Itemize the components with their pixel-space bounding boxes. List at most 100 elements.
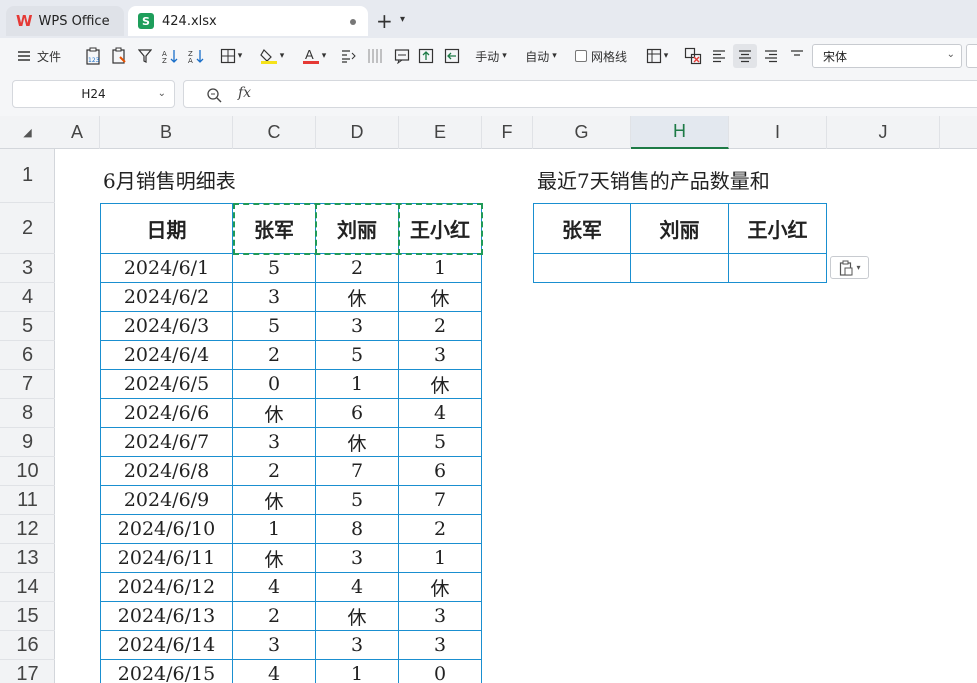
new-tab-dropdown-icon[interactable]: ▾ — [400, 14, 405, 25]
table1-cell[interactable]: 8 — [316, 515, 399, 544]
table1-cell[interactable]: 2024/6/9 — [100, 486, 233, 515]
table1-cell[interactable]: 2024/6/7 — [100, 428, 233, 457]
row-header-2[interactable]: 2 — [0, 203, 55, 254]
table1-header-cell[interactable]: 王小红 — [399, 203, 482, 254]
table1-cell[interactable]: 2 — [233, 602, 316, 631]
table1-cell[interactable]: 2024/6/13 — [100, 602, 233, 631]
align-left-button[interactable] — [708, 44, 730, 68]
fx-icon[interactable]: fx — [238, 85, 251, 101]
font-size-select[interactable] — [966, 44, 977, 68]
table1-header-cell[interactable]: 刘丽 — [316, 203, 399, 254]
table1-cell[interactable]: 3 — [233, 428, 316, 457]
paste-format-button[interactable] — [108, 44, 130, 68]
table1-cell[interactable]: 3 — [399, 602, 482, 631]
column-header-a[interactable]: A — [55, 116, 100, 149]
column-header-b[interactable]: B — [100, 116, 233, 149]
row-header-1[interactable]: 1 — [0, 149, 55, 203]
table1-cell[interactable]: 休 — [399, 370, 482, 399]
table2-value-cell[interactable] — [631, 254, 729, 283]
formula-input[interactable]: fx — [183, 80, 977, 108]
table2-header-cell[interactable]: 刘丽 — [631, 203, 729, 254]
table1-cell[interactable]: 2024/6/15 — [100, 660, 233, 683]
align-right-button[interactable] — [760, 44, 782, 68]
table1-cell[interactable]: 2024/6/3 — [100, 312, 233, 341]
zoom-icon[interactable] — [206, 87, 222, 103]
table1-cell[interactable]: 1 — [233, 515, 316, 544]
gridlines-toggle[interactable]: 网格线 — [572, 44, 630, 68]
table1-cell[interactable]: 休 — [233, 544, 316, 573]
cell-style-button[interactable]: ▾ — [642, 44, 672, 68]
table1-cell[interactable]: 2024/6/14 — [100, 631, 233, 660]
table1-cell[interactable]: 休 — [316, 602, 399, 631]
table1-cell[interactable]: 休 — [399, 573, 482, 602]
table1-cell[interactable]: 7 — [316, 457, 399, 486]
paste-values-button[interactable]: 123 — [82, 44, 104, 68]
table1-cell[interactable]: 5 — [399, 428, 482, 457]
file-menu-button[interactable]: 文件 — [14, 44, 64, 68]
table1-cell[interactable]: 休 — [233, 399, 316, 428]
row-header-4[interactable]: 4 — [0, 283, 55, 312]
table1-cell[interactable]: 休 — [233, 486, 316, 515]
table1-cell[interactable]: 2024/6/12 — [100, 573, 233, 602]
format-painter-button[interactable] — [338, 44, 358, 68]
table1-cell[interactable]: 3 — [233, 283, 316, 312]
table1-cell[interactable]: 2 — [399, 515, 482, 544]
sort-ascending-button[interactable]: AZ — [160, 44, 182, 68]
column-header-c[interactable]: C — [233, 116, 316, 149]
table1-cell[interactable]: 5 — [316, 341, 399, 370]
table1-cell[interactable]: 2024/6/5 — [100, 370, 233, 399]
chevron-down-icon[interactable]: ⌄ — [158, 88, 166, 99]
row-header-13[interactable]: 13 — [0, 544, 55, 573]
row-header-10[interactable]: 10 — [0, 457, 55, 486]
table1-cell[interactable]: 2 — [399, 312, 482, 341]
table2-header-cell[interactable]: 王小红 — [729, 203, 827, 254]
row-header-15[interactable]: 15 — [0, 602, 55, 631]
table1-cell[interactable]: 3 — [316, 631, 399, 660]
table1-cell[interactable]: 4 — [233, 573, 316, 602]
unsaved-dot-icon[interactable] — [350, 19, 356, 25]
column-header-d[interactable]: D — [316, 116, 399, 149]
table2-value-cell[interactable] — [533, 254, 631, 283]
row-header-5[interactable]: 5 — [0, 312, 55, 341]
table1-cell[interactable]: 0 — [399, 660, 482, 683]
table1-cell[interactable]: 2 — [316, 254, 399, 283]
row-header-3[interactable]: 3 — [0, 254, 55, 283]
fill-color-button[interactable]: ▾ — [256, 44, 288, 68]
table1-cell[interactable]: 2024/6/11 — [100, 544, 233, 573]
table1-cell[interactable]: 1 — [399, 544, 482, 573]
table1-cell[interactable]: 1 — [399, 254, 482, 283]
manual-calc-button[interactable]: 手动 ▾ — [470, 44, 512, 68]
table1-cell[interactable]: 2024/6/1 — [100, 254, 233, 283]
borders-button[interactable]: ▾ — [216, 44, 246, 68]
table1-cell[interactable]: 6 — [399, 457, 482, 486]
table1-cell[interactable]: 3 — [233, 631, 316, 660]
name-box[interactable]: H24 ⌄ — [12, 80, 175, 108]
table1-header-cell[interactable]: 日期 — [100, 203, 233, 254]
row-header-11[interactable]: 11 — [0, 486, 55, 515]
table1-cell[interactable]: 2024/6/8 — [100, 457, 233, 486]
column-header-g[interactable]: G — [533, 116, 631, 149]
table1-cell[interactable]: 1 — [316, 370, 399, 399]
table1-cell[interactable]: 5 — [316, 486, 399, 515]
table1-cell[interactable]: 休 — [316, 428, 399, 457]
import-button[interactable] — [442, 44, 462, 68]
column-header-h[interactable]: H — [631, 116, 729, 149]
table1-cell[interactable]: 3 — [399, 631, 482, 660]
select-all-corner[interactable]: ◢ — [0, 116, 55, 149]
row-header-16[interactable]: 16 — [0, 631, 55, 660]
insert-comment-button[interactable] — [392, 44, 412, 68]
table1-cell[interactable]: 3 — [316, 544, 399, 573]
table1-cell[interactable]: 2 — [233, 341, 316, 370]
filter-button[interactable] — [136, 44, 154, 68]
column-header-i[interactable]: I — [729, 116, 827, 149]
row-header-9[interactable]: 9 — [0, 428, 55, 457]
column-header-f[interactable]: F — [482, 116, 533, 149]
row-header-8[interactable]: 8 — [0, 399, 55, 428]
table1-cell[interactable]: 4 — [233, 660, 316, 683]
row-header-6[interactable]: 6 — [0, 341, 55, 370]
column-header-e[interactable]: E — [399, 116, 482, 149]
row-header-17[interactable]: 17 — [0, 660, 55, 683]
font-family-select[interactable]: 宋体 ⌄ — [812, 44, 962, 68]
table1-cell[interactable]: 1 — [316, 660, 399, 683]
table2-value-cell[interactable] — [729, 254, 827, 283]
